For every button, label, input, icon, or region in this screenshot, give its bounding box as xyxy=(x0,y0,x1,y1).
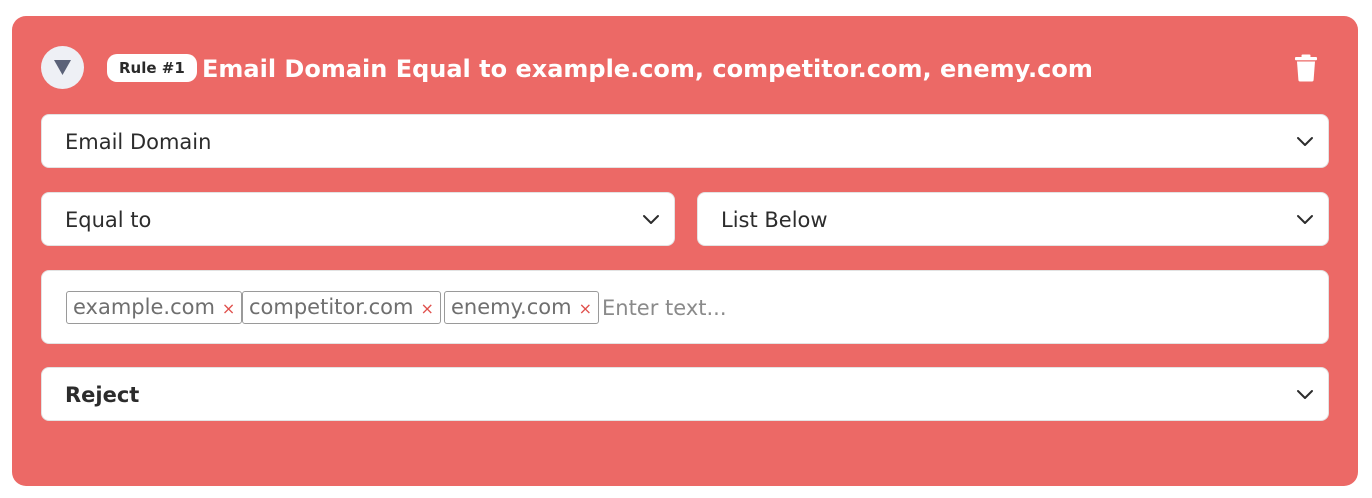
chevron-down-icon xyxy=(1297,390,1313,399)
tag-chip: example.com × xyxy=(66,291,243,324)
tag-chip-label: example.com xyxy=(73,295,215,319)
tag-text-input[interactable] xyxy=(602,291,1282,324)
triangle-down-icon xyxy=(54,60,71,75)
rule-number-badge: Rule #1 xyxy=(107,54,197,82)
collapse-toggle-button[interactable] xyxy=(41,46,84,89)
close-icon[interactable]: × xyxy=(579,293,592,324)
operator-select-value: Equal to xyxy=(65,208,152,232)
close-icon[interactable]: × xyxy=(222,293,235,324)
chevron-down-icon xyxy=(643,215,659,224)
chevron-down-icon xyxy=(1297,137,1313,146)
close-icon[interactable]: × xyxy=(420,293,433,324)
tag-chip: enemy.com × xyxy=(444,291,599,324)
delete-rule-button[interactable] xyxy=(1294,54,1318,82)
attribute-select-value: Email Domain xyxy=(65,130,212,154)
domain-tags-input[interactable]: example.com × competitor.com × enemy.com × xyxy=(41,270,1329,344)
trash-icon xyxy=(1295,54,1317,82)
operator-select[interactable]: Equal to xyxy=(41,192,675,246)
tag-chip: competitor.com × xyxy=(242,291,441,324)
value-source-select-value: List Below xyxy=(721,208,828,232)
rule-summary-title: Email Domain Equal to example.com, compe… xyxy=(202,55,1093,83)
chevron-down-icon xyxy=(1297,215,1313,224)
attribute-select[interactable]: Email Domain xyxy=(41,114,1329,168)
value-source-select[interactable]: List Below xyxy=(697,192,1329,246)
tag-chip-label: competitor.com xyxy=(249,295,414,319)
rule-card: Rule #1 Email Domain Equal to example.co… xyxy=(12,16,1358,486)
action-select[interactable]: Reject xyxy=(41,367,1329,421)
tag-chip-label: enemy.com xyxy=(451,295,572,319)
action-select-value: Reject xyxy=(65,383,140,407)
